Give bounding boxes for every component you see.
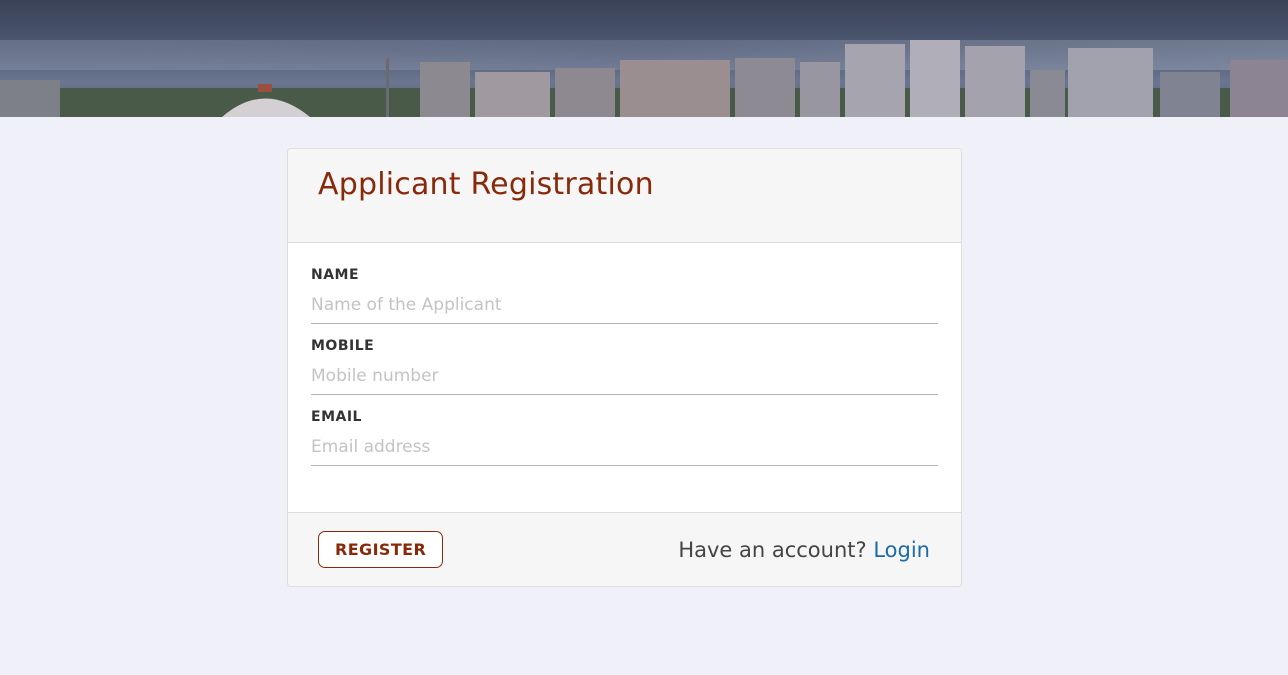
name-input[interactable] [311, 290, 938, 324]
email-label: EMAIL [311, 409, 362, 425]
mobile-label: MOBILE [311, 338, 375, 354]
registration-card: Applicant Registration NAME MOBILE EMAIL… [287, 148, 962, 587]
email-input[interactable] [311, 432, 938, 466]
account-prompt-text: Have an account? [678, 537, 867, 562]
name-label: NAME [311, 267, 360, 283]
login-link[interactable]: Login [873, 538, 930, 562]
card-header: Applicant Registration [288, 149, 961, 243]
register-button[interactable]: REGISTER [318, 531, 444, 568]
mobile-field-group: MOBILE [311, 338, 938, 395]
registration-form: NAME MOBILE EMAIL [288, 243, 961, 514]
page-title: Applicant Registration [318, 167, 654, 202]
name-field-group: NAME [311, 267, 938, 324]
header-banner-image [0, 0, 1288, 117]
email-field-group: EMAIL [311, 409, 938, 466]
login-prompt: Have an account? Login [678, 538, 930, 562]
city-skyline-illustration [0, 0, 1288, 117]
mobile-input[interactable] [311, 361, 938, 395]
card-footer: REGISTER Have an account? Login [288, 512, 961, 586]
